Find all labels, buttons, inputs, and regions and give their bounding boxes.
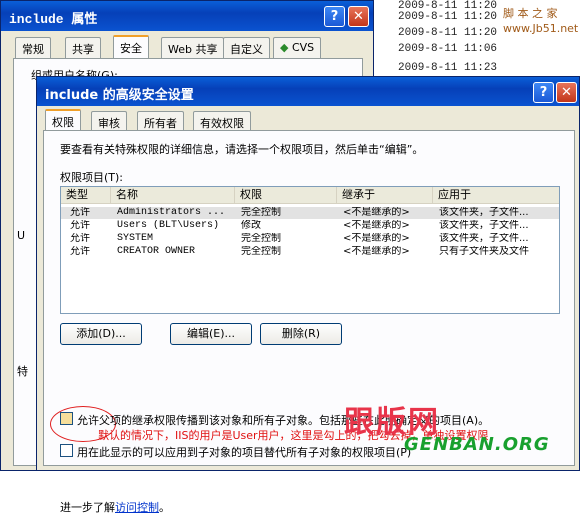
tab-owner[interactable]: 所有者 <box>137 111 184 132</box>
cell-name: Administrators ... <box>117 207 226 218</box>
watermark-url: www.Jb51.net <box>503 22 579 35</box>
column-header-name[interactable]: 名称 <box>111 187 235 204</box>
tab-auditing[interactable]: 审核 <box>91 111 127 132</box>
info-text: 要查看有关特殊权限的详细信息，请选择一个权限项目，然后单击“编辑”。 <box>60 143 424 156</box>
column-header-inherited-from[interactable]: 继承于 <box>337 187 433 204</box>
list-header: 类型 名称 权限 继承于 应用于 <box>61 187 559 204</box>
column-header-apply-to[interactable]: 应用于 <box>433 187 559 204</box>
advanced-security-dialog: include 的高级安全设置 ? ✕ 权限 审核 所有者 有效权限 要查看有关… <box>36 76 580 514</box>
cell-name: Users (BLT\Users) <box>117 220 220 231</box>
cell-name: SYSTEM <box>117 233 154 244</box>
learn-more-prefix: 进一步了解 <box>60 501 115 514</box>
cell-inherited-from: <不是继承的> <box>343 207 410 218</box>
checkbox-box[interactable] <box>60 444 73 457</box>
watermark-title: 脚 本 之 家 <box>503 7 558 20</box>
partial-label: 特 <box>17 365 28 378</box>
list-item: 2009-8-11 11:06 <box>398 43 498 55</box>
cell-type: 允许 <box>70 220 90 231</box>
learn-more-text: 进一步了解访问控制。 <box>60 499 170 515</box>
list-label: 权限项目(T): <box>60 171 124 184</box>
tab-effective-permissions[interactable]: 有效权限 <box>193 111 251 132</box>
cell-permission: 修改 <box>241 220 261 231</box>
checkbox-box[interactable] <box>60 412 73 425</box>
edit-button[interactable]: 编辑(E)... <box>170 323 252 345</box>
table-row[interactable]: 允许 SYSTEM 完全控制 <不是继承的> 该文件夹，子文件... <box>61 233 559 245</box>
permission-list[interactable]: 类型 名称 权限 继承于 应用于 允许 Administrators ... 完… <box>60 186 560 314</box>
cell-inherited-from: <不是继承的> <box>343 246 410 257</box>
access-control-link[interactable]: 访问控制 <box>115 501 159 514</box>
cell-permission: 完全控制 <box>241 233 281 244</box>
list-item: 2009-8-11 11:20 <box>398 27 498 39</box>
table-row[interactable]: 允许 Administrators ... 完全控制 <不是继承的> 该文件夹，… <box>61 207 559 219</box>
window-title: include 属性 <box>9 12 98 27</box>
brand-url-watermark: GENBAN.ORG <box>404 434 550 455</box>
column-header-type[interactable]: 类型 <box>61 187 111 204</box>
cell-apply-to: 该文件夹，子文件... <box>439 207 529 218</box>
remove-button[interactable]: 删除(R) <box>260 323 342 345</box>
add-button[interactable]: 添加(D)... <box>60 323 142 345</box>
cell-type: 允许 <box>70 233 90 244</box>
cell-inherited-from: <不是继承的> <box>343 220 410 231</box>
tab-permissions[interactable]: 权限 <box>45 109 81 132</box>
list-item: 2009-8-11 11:23 <box>398 62 498 74</box>
cell-permission: 完全控制 <box>241 207 281 218</box>
cell-type: 允许 <box>70 246 90 257</box>
list-item: 2009-8-11 11:20 <box>398 11 498 23</box>
cell-type: 允许 <box>70 207 90 218</box>
tab-sharing[interactable]: 共享 <box>65 37 101 58</box>
cell-apply-to: 只有子文件夹及文件 <box>439 246 529 257</box>
cell-permission: 完全控制 <box>241 246 281 257</box>
inherit-permissions-checkbox[interactable]: 允许父项的继承权限传播到该对象和所有子对象。包括那些在此明确定义的项目(A)。 <box>60 411 570 427</box>
close-button[interactable]: ✕ <box>348 6 369 27</box>
window-title: include 的高级安全设置 <box>45 88 194 103</box>
checkbox-label: 用在此显示的可以应用到子对象的项目替代所有子对象的权限项目(P) <box>77 446 412 459</box>
tab-web-sharing[interactable]: Web 共享 <box>161 37 225 58</box>
tab-custom[interactable]: 自定义 <box>223 37 270 58</box>
cell-apply-to: 该文件夹，子文件... <box>439 233 529 244</box>
site-watermark: 脚 本 之 家 www.Jb51.net <box>503 6 578 36</box>
cell-name: CREATOR OWNER <box>117 246 196 257</box>
close-button[interactable]: ✕ <box>556 82 577 103</box>
turtle-icon: ◆ <box>280 41 289 54</box>
table-row[interactable]: 允许 Users (BLT\Users) 修改 <不是继承的> 该文件夹，子文件… <box>61 220 559 232</box>
permissions-panel: 要查看有关特殊权限的详细信息，请选择一个权限项目，然后单击“编辑”。 权限项目(… <box>43 130 575 514</box>
partial-label: U <box>17 229 26 242</box>
tab-general[interactable]: 常规 <box>15 37 51 58</box>
table-row[interactable]: 允许 CREATOR OWNER 完全控制 <不是继承的> 只有子文件夹及文件 <box>61 246 559 258</box>
tab-security[interactable]: 安全 <box>113 35 149 58</box>
tab-cvs[interactable]: ◆ CVS <box>273 37 322 58</box>
title-bar: include 的高级安全设置 ? ✕ <box>37 77 579 106</box>
help-button[interactable]: ? <box>533 82 554 103</box>
help-button[interactable]: ? <box>324 6 345 27</box>
title-bar: include 属性 ? ✕ <box>1 1 373 31</box>
learn-more-suffix: 。 <box>159 501 170 514</box>
cell-apply-to: 该文件夹，子文件... <box>439 220 529 231</box>
cell-inherited-from: <不是继承的> <box>343 233 410 244</box>
column-header-permission[interactable]: 权限 <box>235 187 337 204</box>
tab-cvs-label: CVS <box>291 41 315 54</box>
